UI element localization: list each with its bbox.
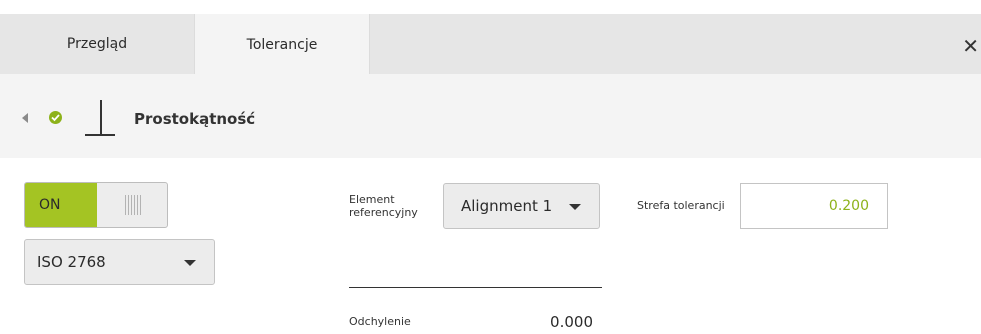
tab-overview[interactable]: Przegląd	[0, 14, 194, 74]
close-icon[interactable]: ✕	[962, 36, 979, 56]
tolerance-zone-label: Strefa tolerancji	[637, 199, 725, 212]
deviation-label: Odchylenie	[349, 315, 411, 328]
standard-select-value: ISO 2768	[37, 253, 106, 271]
deviation-value: 0.000	[550, 313, 593, 331]
reference-label: Element referencyjny	[349, 193, 418, 219]
chevron-down-icon	[184, 260, 196, 266]
grip-icon	[125, 195, 145, 215]
back-arrow-icon[interactable]	[22, 113, 28, 123]
reference-select[interactable]: Alignment 1	[443, 183, 600, 229]
on-off-toggle[interactable]: ON	[24, 182, 168, 228]
tab-bar: Przegląd Tolerancje ✕	[0, 14, 981, 75]
tolerance-zone-input[interactable]: 0.200	[740, 183, 888, 229]
tab-tolerances[interactable]: Tolerancje	[194, 14, 370, 75]
divider	[349, 287, 602, 288]
perpendicularity-icon	[85, 100, 115, 136]
toggle-on-label: ON	[25, 183, 97, 227]
check-circle-icon	[49, 111, 62, 124]
page-title: Prostokątność	[134, 110, 256, 128]
feature-header: Prostokątność	[0, 74, 981, 158]
standard-select[interactable]: ISO 2768	[24, 239, 215, 285]
chevron-down-icon	[569, 204, 581, 210]
reference-select-value: Alignment 1	[461, 197, 553, 215]
